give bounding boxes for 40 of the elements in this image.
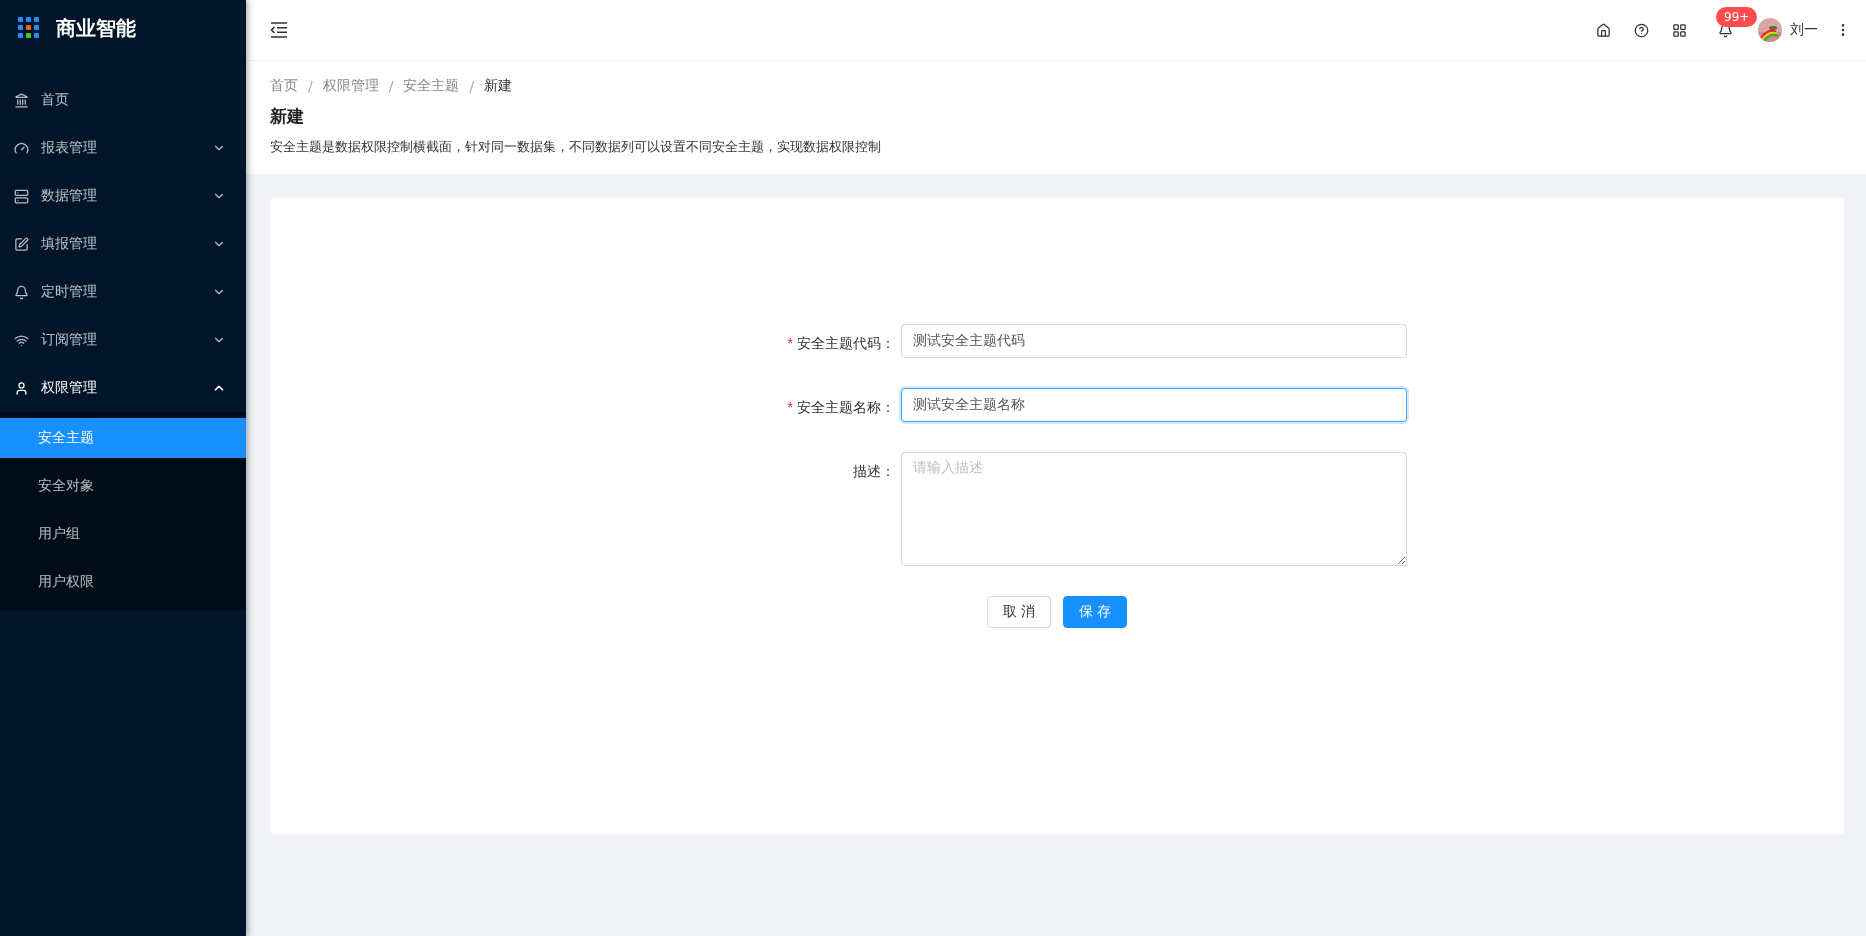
edit-icon xyxy=(14,236,29,252)
field-label: 安全主题名称： xyxy=(797,398,895,417)
page-title: 新建 xyxy=(270,105,305,128)
breadcrumb-separator: / xyxy=(388,78,394,94)
bank-icon xyxy=(14,92,29,108)
input-field[interactable]: 请输入描述 xyxy=(901,452,1407,566)
bell-icon xyxy=(14,284,29,300)
input-field[interactable]: 测试安全主题名称 xyxy=(901,388,1407,422)
user-icon xyxy=(14,380,29,396)
grid-logo-icon xyxy=(18,17,40,39)
notification-badge: 99+ xyxy=(1716,7,1758,27)
breadcrumb-separator: / xyxy=(469,78,475,94)
sidebar-item[interactable]: 报表管理 xyxy=(0,124,246,172)
field-label: 安全主题代码： xyxy=(797,334,895,353)
submenu-item[interactable]: 用户组 xyxy=(0,514,246,554)
sidebar-item[interactable]: 定时管理 xyxy=(0,268,246,316)
sidebar-item[interactable]: 数据管理 xyxy=(0,172,246,220)
sidebar-item[interactable]: 订阅管理 xyxy=(0,316,246,364)
submenu-item[interactable]: 用户权限 xyxy=(0,562,246,602)
required-mark: * xyxy=(787,398,793,417)
breadcrumb-item: 新建 xyxy=(484,77,513,95)
gauge-icon xyxy=(14,140,29,156)
page-description: 安全主题是数据权限控制横截面，针对同一数据集，不同数据列可以设置不同安全主题，实现数据权限控制 xyxy=(270,138,882,156)
breadcrumb-item[interactable]: 首页 xyxy=(270,77,298,95)
wifi-icon xyxy=(14,332,29,348)
sidebar-item[interactable]: 填报管理 xyxy=(0,220,246,268)
required-mark: * xyxy=(787,334,793,353)
breadcrumb-item[interactable]: 权限管理 xyxy=(322,77,379,95)
sidebar-item[interactable]: 权限管理 xyxy=(0,364,246,412)
field-label: 描述： xyxy=(853,462,895,481)
cancel-button[interactable]: 取 消 xyxy=(986,596,1051,628)
menu-fold-icon[interactable] xyxy=(270,22,288,38)
user-name[interactable]: 刘一 xyxy=(1790,21,1818,39)
server-icon xyxy=(14,188,29,204)
breadcrumb-separator: / xyxy=(308,78,313,94)
submenu-item[interactable]: 安全对象 xyxy=(0,466,246,506)
breadcrumb-item[interactable]: 安全主题 xyxy=(403,77,460,95)
input-field[interactable]: 测试安全主题代码 xyxy=(901,324,1407,358)
app-title: 商业智能 xyxy=(56,14,136,42)
sidebar-item[interactable]: 首页 xyxy=(0,76,246,124)
